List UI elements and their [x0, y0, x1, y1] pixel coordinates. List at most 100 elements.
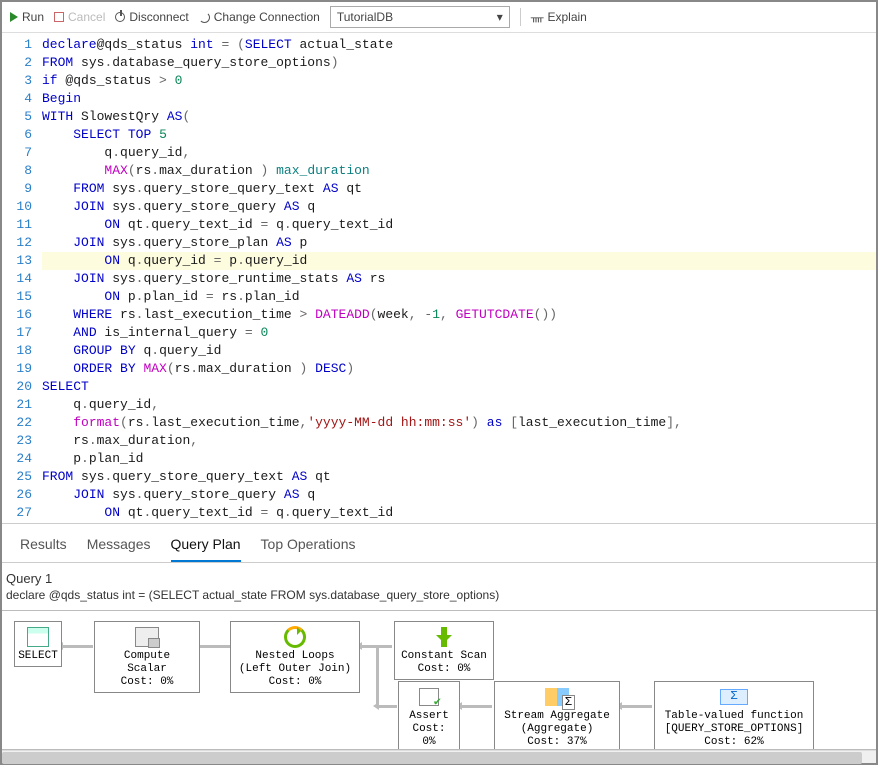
disconnect-label: Disconnect [129, 10, 188, 24]
line-number: 10 [2, 198, 32, 216]
code-line[interactable]: declare@qds_status int = (SELECT actual_… [42, 36, 876, 54]
plan-node-compute-scalar[interactable]: Compute Scalar Cost: 0% [94, 621, 200, 693]
code-line[interactable]: q.query_id, [42, 144, 876, 162]
code-line[interactable]: SELECT TOP 5 [42, 126, 876, 144]
line-gutter: 1234567891011121314151617181920212223242… [2, 33, 42, 523]
line-number: 16 [2, 306, 32, 324]
line-number: 23 [2, 432, 32, 450]
line-number: 25 [2, 468, 32, 486]
code-line[interactable]: WHERE rs.last_execution_time > DATEADD(w… [42, 306, 876, 324]
code-line[interactable]: GROUP BY q.query_id [42, 342, 876, 360]
code-line[interactable]: q.query_id, [42, 396, 876, 414]
code-line[interactable]: MAX(rs.max_duration ) max_duration [42, 162, 876, 180]
plan-node-nested-loops[interactable]: Nested Loops (Left Outer Join) Cost: 0% [230, 621, 360, 693]
code-line[interactable]: ORDER BY MAX(rs.max_duration ) DESC) [42, 360, 876, 378]
compute-scalar-icon [133, 626, 161, 648]
horizontal-scrollbar[interactable] [2, 750, 876, 763]
result-tabs: Results Messages Query Plan Top Operatio… [2, 523, 876, 563]
code-line[interactable]: p.plan_id [42, 450, 876, 468]
plan-query-number: Query 1 [6, 571, 872, 586]
line-number: 15 [2, 288, 32, 306]
line-number: 11 [2, 216, 32, 234]
tvf-icon: Σ [720, 686, 748, 708]
stream-aggregate-icon [543, 686, 571, 708]
code-line[interactable]: ON qt.query_text_id = q.query_text_id [42, 504, 876, 522]
line-number: 6 [2, 126, 32, 144]
code-line[interactable]: SELECT [42, 378, 876, 396]
line-number: 21 [2, 396, 32, 414]
plan-node-assert[interactable]: Assert Cost: 0% [398, 681, 460, 750]
cancel-button: Cancel [54, 10, 105, 24]
cancel-label: Cancel [68, 10, 105, 24]
plan-node-constant-scan[interactable]: Constant Scan Cost: 0% [394, 621, 494, 680]
line-number: 13 [2, 252, 32, 270]
run-label: Run [22, 10, 44, 24]
tab-query-plan[interactable]: Query Plan [171, 530, 241, 562]
line-number: 27 [2, 504, 32, 522]
disconnect-button[interactable]: Disconnect [115, 10, 188, 24]
tab-messages[interactable]: Messages [87, 530, 151, 562]
code-line[interactable]: FROM sys.database_query_store_options) [42, 54, 876, 72]
toolbar: Run Cancel Disconnect Change Connection … [2, 2, 876, 33]
code-line[interactable]: ON q.query_id = p.query_id [42, 252, 876, 270]
plan-header: Query 1 declare @qds_status int = (SELEC… [2, 563, 876, 604]
select-op-icon [24, 626, 52, 648]
run-icon [10, 12, 18, 22]
plan-node-select[interactable]: SELECT [14, 621, 62, 667]
toolbar-separator [520, 8, 521, 26]
code-line[interactable]: ON qt.query_text_id = q.query_text_id [42, 216, 876, 234]
code-line[interactable]: ON p.plan_id = rs.plan_id [42, 288, 876, 306]
disconnect-icon [115, 12, 125, 22]
code-line[interactable]: if @qds_status > 0 [42, 72, 876, 90]
line-number: 17 [2, 324, 32, 342]
sql-editor[interactable]: 1234567891011121314151617181920212223242… [2, 33, 876, 523]
explain-button[interactable]: ᚄ Explain [531, 10, 587, 24]
query-plan-diagram[interactable]: SELECT Compute Scalar Cost: 0% Nested Lo… [2, 610, 876, 750]
connection-selected-value: TutorialDB [337, 10, 393, 24]
line-number: 22 [2, 414, 32, 432]
nested-loops-icon [281, 626, 309, 648]
code-line[interactable]: FROM sys.query_store_query_text AS qt [42, 468, 876, 486]
code-line[interactable]: JOIN sys.query_store_query AS q [42, 198, 876, 216]
plan-node-stream-aggregate[interactable]: Stream Aggregate (Aggregate) Cost: 37% [494, 681, 620, 750]
line-number: 8 [2, 162, 32, 180]
run-button[interactable]: Run [10, 10, 44, 24]
code-line[interactable]: JOIN sys.query_store_query AS q [42, 486, 876, 504]
code-line[interactable]: JOIN sys.query_store_runtime_stats AS rs [42, 270, 876, 288]
line-number: 24 [2, 450, 32, 468]
constant-scan-icon [430, 626, 458, 648]
line-number: 20 [2, 378, 32, 396]
change-connection-button[interactable]: Change Connection [199, 10, 320, 24]
line-number: 4 [2, 90, 32, 108]
explain-icon: ᚄ [531, 11, 544, 24]
line-number: 1 [2, 36, 32, 54]
plan-query-text: declare @qds_status int = (SELECT actual… [6, 588, 872, 602]
tab-top-operations[interactable]: Top Operations [261, 530, 356, 562]
line-number: 5 [2, 108, 32, 126]
code-line[interactable]: FROM sys.query_store_query_text AS qt [42, 180, 876, 198]
code-area[interactable]: declare@qds_status int = (SELECT actual_… [42, 33, 876, 523]
cancel-icon [54, 12, 64, 22]
chevron-down-icon: ▾ [497, 10, 503, 24]
code-line[interactable]: JOIN sys.query_store_plan AS p [42, 522, 876, 523]
line-number: 3 [2, 72, 32, 90]
line-number: 2 [2, 54, 32, 72]
tab-results[interactable]: Results [20, 530, 67, 562]
code-line[interactable]: Begin [42, 90, 876, 108]
scrollbar-thumb[interactable] [2, 752, 862, 764]
code-line[interactable]: rs.max_duration, [42, 432, 876, 450]
plan-node-table-valued-function[interactable]: Σ Table-valued function [QUERY_STORE_OPT… [654, 681, 814, 750]
change-connection-label: Change Connection [214, 10, 320, 24]
line-number: 19 [2, 360, 32, 378]
code-line[interactable]: format(rs.last_execution_time,'yyyy-MM-d… [42, 414, 876, 432]
code-line[interactable]: AND is_internal_query = 0 [42, 324, 876, 342]
line-number: 12 [2, 234, 32, 252]
line-number: 7 [2, 144, 32, 162]
code-line[interactable]: JOIN sys.query_store_plan AS p [42, 234, 876, 252]
explain-label: Explain [547, 10, 586, 24]
connection-select[interactable]: TutorialDB ▾ [330, 6, 510, 28]
change-connection-icon [199, 12, 210, 23]
line-number: 18 [2, 342, 32, 360]
line-number: 9 [2, 180, 32, 198]
code-line[interactable]: WITH SlowestQry AS( [42, 108, 876, 126]
